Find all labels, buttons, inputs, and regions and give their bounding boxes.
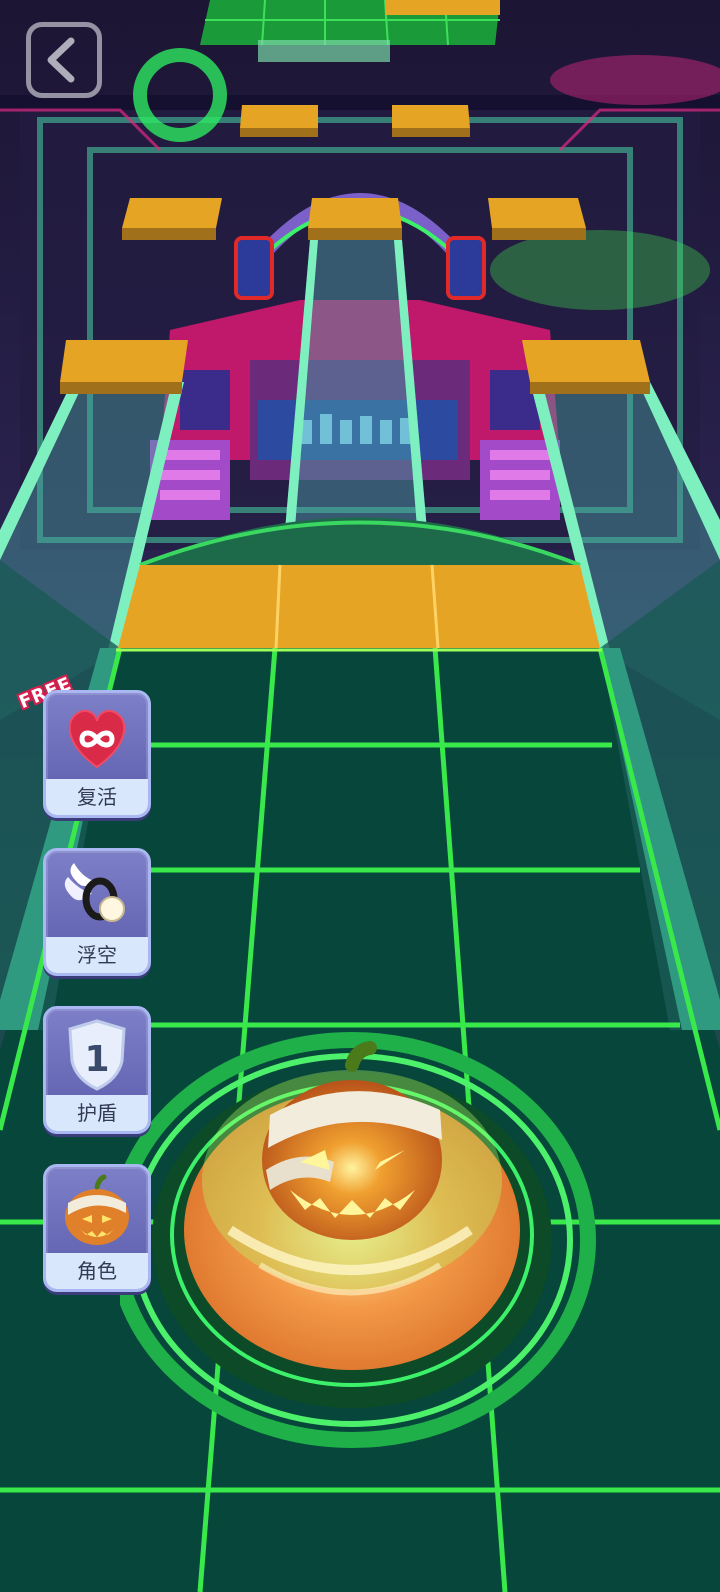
powerup-revive-label: 复活	[46, 779, 148, 815]
powerup-shield-label: 护盾	[46, 1095, 148, 1131]
powerup-shield-button[interactable]: 1 护盾	[43, 1006, 151, 1134]
back-button[interactable]	[26, 22, 102, 98]
powerup-character-button[interactable]: 角色	[43, 1164, 151, 1292]
powerup-float-label: 浮空	[46, 937, 148, 973]
chevron-left-icon	[47, 37, 75, 83]
powerup-character-label: 角色	[46, 1253, 148, 1289]
infinity-heart-icon	[68, 709, 126, 769]
player-pumpkin-ball[interactable]	[120, 1030, 600, 1450]
shield-count: 1	[84, 1039, 109, 1080]
wing-ring-icon	[64, 863, 125, 922]
powerup-float-button[interactable]: 浮空	[43, 848, 151, 976]
pumpkin-icon	[65, 1174, 129, 1245]
powerup-revive-button[interactable]: 复活	[43, 690, 151, 818]
shield-icon: 1	[68, 1019, 126, 1091]
